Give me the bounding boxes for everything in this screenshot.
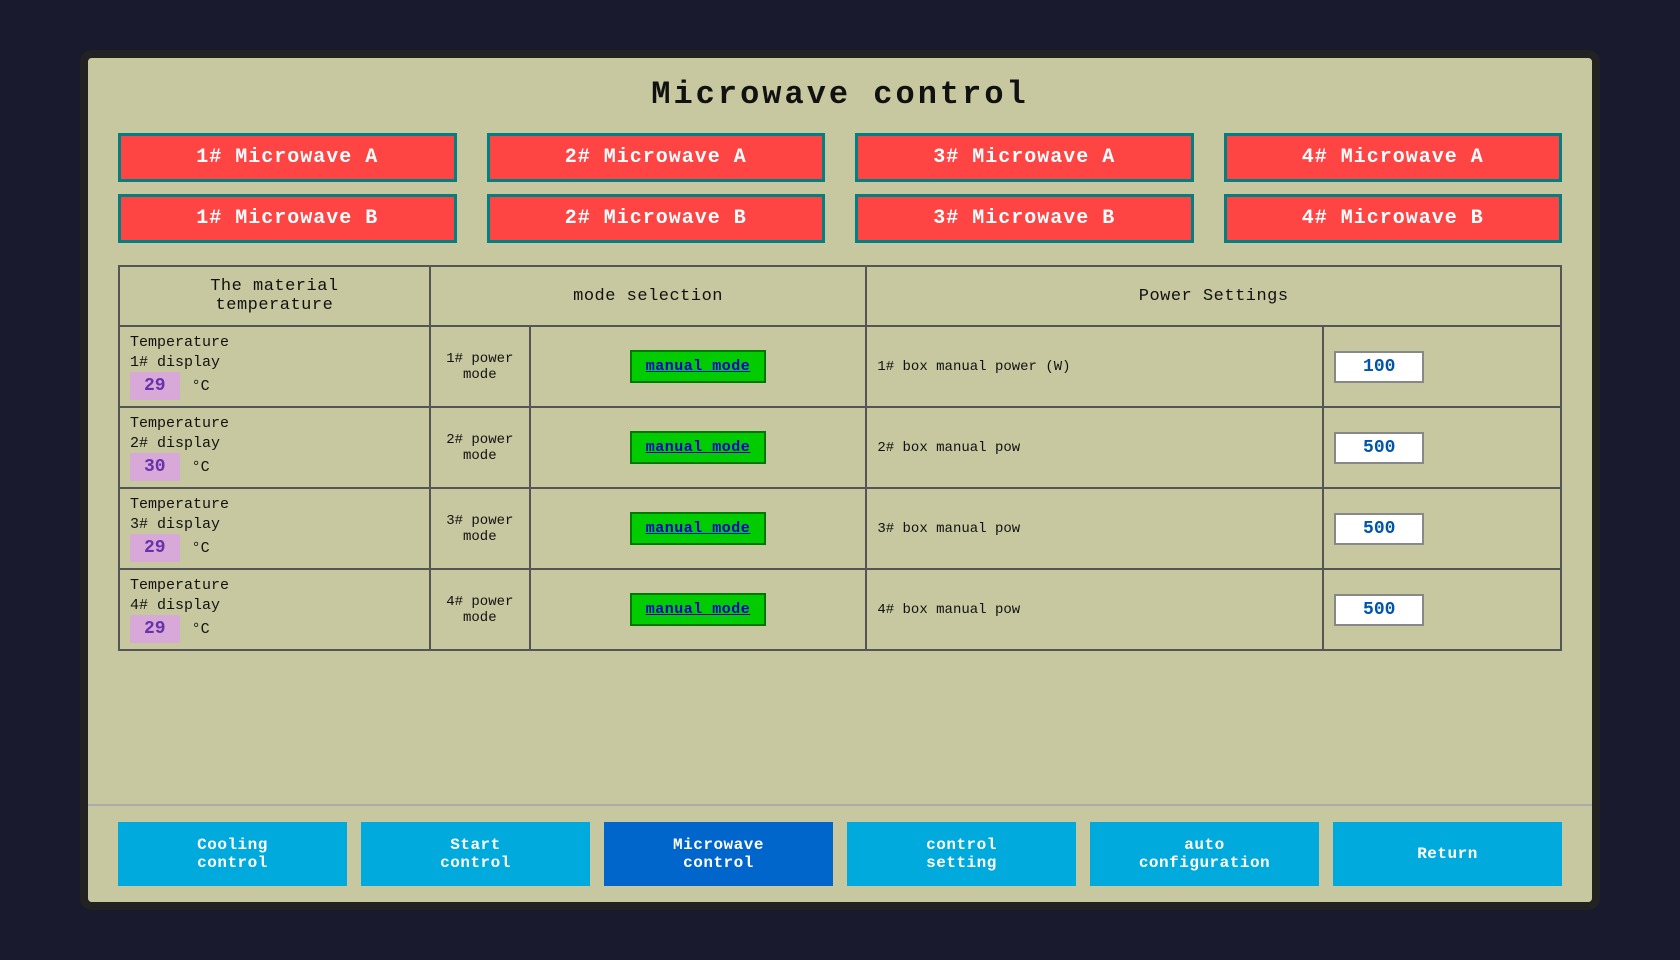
temp-cell: Temperature4# display 29 °C [119,569,430,650]
mode-button[interactable]: manual mode [630,431,767,464]
microwave-a-section: 1# Microwave A 2# Microwave A 3# Microwa… [88,123,1592,261]
power-mode-label: 4# powermode [441,594,519,626]
mw-a-btn-2[interactable]: 2# Microwave A [487,133,826,182]
power-setting-label-cell: 1# box manual power (W) [866,326,1323,407]
power-mode-label: 3# powermode [441,513,519,545]
col3-header: Power Settings [866,266,1561,326]
power-mode-label-cell: 2# powermode [430,407,530,488]
col1-header: The material temperature [119,266,430,326]
power-input[interactable] [1334,513,1424,545]
temp-label: Temperature1# display [130,333,419,372]
temp-label: Temperature2# display [130,414,419,453]
mw-a-btn-4[interactable]: 4# Microwave A [1224,133,1563,182]
data-table-area: The material temperature mode selection … [88,261,1592,804]
temp-value: 29 [130,534,180,562]
power-input-cell [1323,407,1561,488]
unit-label: °C [192,540,210,557]
power-setting-label-cell: 3# box manual pow [866,488,1323,569]
mode-cell: manual mode [530,488,867,569]
power-setting-label-cell: 4# box manual pow [866,569,1323,650]
nav-button-1[interactable]: Startcontrol [361,822,590,886]
unit-label: °C [192,621,210,638]
unit-label: °C [192,459,210,476]
power-input-cell [1323,569,1561,650]
power-setting-label-cell: 2# box manual pow [866,407,1323,488]
mode-cell: manual mode [530,569,867,650]
mw-a-btn-3[interactable]: 3# Microwave A [855,133,1194,182]
power-input[interactable] [1334,432,1424,464]
temp-value: 30 [130,453,180,481]
table-row: Temperature2# display 30 °C 2# powermode… [119,407,1561,488]
power-input[interactable] [1334,594,1424,626]
table-row: Temperature4# display 29 °C 4# powermode… [119,569,1561,650]
page-title: Microwave control [88,58,1592,123]
power-mode-label-cell: 1# powermode [430,326,530,407]
mode-button[interactable]: manual mode [630,593,767,626]
mw-b-btn-3[interactable]: 3# Microwave B [855,194,1194,243]
col2-header: mode selection [430,266,867,326]
power-setting-text: 2# box manual pow [877,440,1020,456]
nav-button-3[interactable]: controlsetting [847,822,1076,886]
power-setting-text: 4# box manual pow [877,602,1020,618]
nav-button-5[interactable]: Return [1333,822,1562,886]
power-mode-label: 2# powermode [441,432,519,464]
temp-label: Temperature3# display [130,495,419,534]
power-mode-label: 1# powermode [441,351,519,383]
mode-cell: manual mode [530,326,867,407]
temp-value: 29 [130,372,180,400]
microwave-a-row: 1# Microwave A 2# Microwave A 3# Microwa… [118,133,1562,182]
temp-value: 29 [130,615,180,643]
mw-b-btn-1[interactable]: 1# Microwave B [118,194,457,243]
nav-button-2[interactable]: Microwavecontrol [604,822,833,886]
microwave-b-row: 1# Microwave B 2# Microwave B 3# Microwa… [118,194,1562,243]
power-input[interactable] [1334,351,1424,383]
power-setting-text: 3# box manual pow [877,521,1020,537]
mw-a-btn-1[interactable]: 1# Microwave A [118,133,457,182]
nav-button-4[interactable]: autoconfiguration [1090,822,1319,886]
temp-label: Temperature4# display [130,576,419,615]
unit-label: °C [192,378,210,395]
power-mode-label-cell: 3# powermode [430,488,530,569]
temp-cell: Temperature1# display 29 °C [119,326,430,407]
mw-b-btn-4[interactable]: 4# Microwave B [1224,194,1563,243]
mw-b-btn-2[interactable]: 2# Microwave B [487,194,826,243]
mode-cell: manual mode [530,407,867,488]
main-screen: Microwave control 1# Microwave A 2# Micr… [80,50,1600,910]
power-input-cell [1323,326,1561,407]
power-setting-text: 1# box manual power (W) [877,359,1070,375]
temp-cell: Temperature2# display 30 °C [119,407,430,488]
power-mode-label-cell: 4# powermode [430,569,530,650]
main-data-table: The material temperature mode selection … [118,265,1562,651]
bottom-nav: CoolingcontrolStartcontrolMicrowavecontr… [88,804,1592,902]
nav-button-0[interactable]: Coolingcontrol [118,822,347,886]
temp-cell: Temperature3# display 29 °C [119,488,430,569]
table-row: Temperature1# display 29 °C 1# powermode… [119,326,1561,407]
mode-button[interactable]: manual mode [630,512,767,545]
power-input-cell [1323,488,1561,569]
mode-button[interactable]: manual mode [630,350,767,383]
table-row: Temperature3# display 29 °C 3# powermode… [119,488,1561,569]
